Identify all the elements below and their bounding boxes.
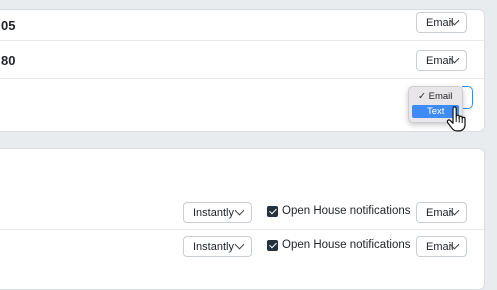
- settings-row: 80 Email: [0, 41, 484, 78]
- delivery-select-value: Email: [426, 240, 454, 253]
- checkbox-checked-icon[interactable]: [267, 205, 278, 217]
- row-label: 80: [1, 53, 16, 68]
- frequency-select-value: Instantly: [193, 206, 234, 219]
- chevron-down-icon: [234, 205, 245, 216]
- delivery-select[interactable]: Email: [416, 236, 467, 257]
- chevron-down-icon: [234, 239, 245, 250]
- dropdown-option-email[interactable]: ✓ Email: [412, 90, 459, 103]
- delivery-select[interactable]: Email: [416, 202, 467, 223]
- frequency-select-value: Instantly: [193, 240, 234, 253]
- preference-row: Instantly Open House notifications Email: [0, 191, 484, 228]
- open-house-checkbox[interactable]: Open House notifications: [267, 239, 411, 251]
- delivery-select-value: Email: [426, 206, 454, 219]
- frequency-select[interactable]: Instantly: [183, 202, 252, 223]
- notification-preferences-card: Instantly Open House notifications Email…: [0, 148, 485, 290]
- checkbox-checked-icon[interactable]: [267, 239, 278, 251]
- preference-row: Instantly Open House notifications Email: [0, 230, 484, 267]
- row-label: 05: [1, 18, 16, 33]
- divider: [0, 78, 484, 79]
- delivery-select[interactable]: Email: [416, 12, 467, 33]
- settings-row: 05 Email: [0, 10, 484, 40]
- checkbox-label: Open House notifications: [282, 239, 411, 251]
- checkmark-icon: ✓: [418, 91, 426, 102]
- checkbox-label: Open House notifications: [282, 205, 411, 217]
- delivery-select-value: Email: [426, 16, 454, 29]
- open-house-checkbox[interactable]: Open House notifications: [267, 205, 411, 217]
- delivery-select[interactable]: Email: [416, 50, 467, 71]
- delivery-select-value: Email: [426, 54, 454, 67]
- hand-pointer-cursor-icon: [446, 106, 466, 132]
- frequency-select[interactable]: Instantly: [183, 236, 252, 257]
